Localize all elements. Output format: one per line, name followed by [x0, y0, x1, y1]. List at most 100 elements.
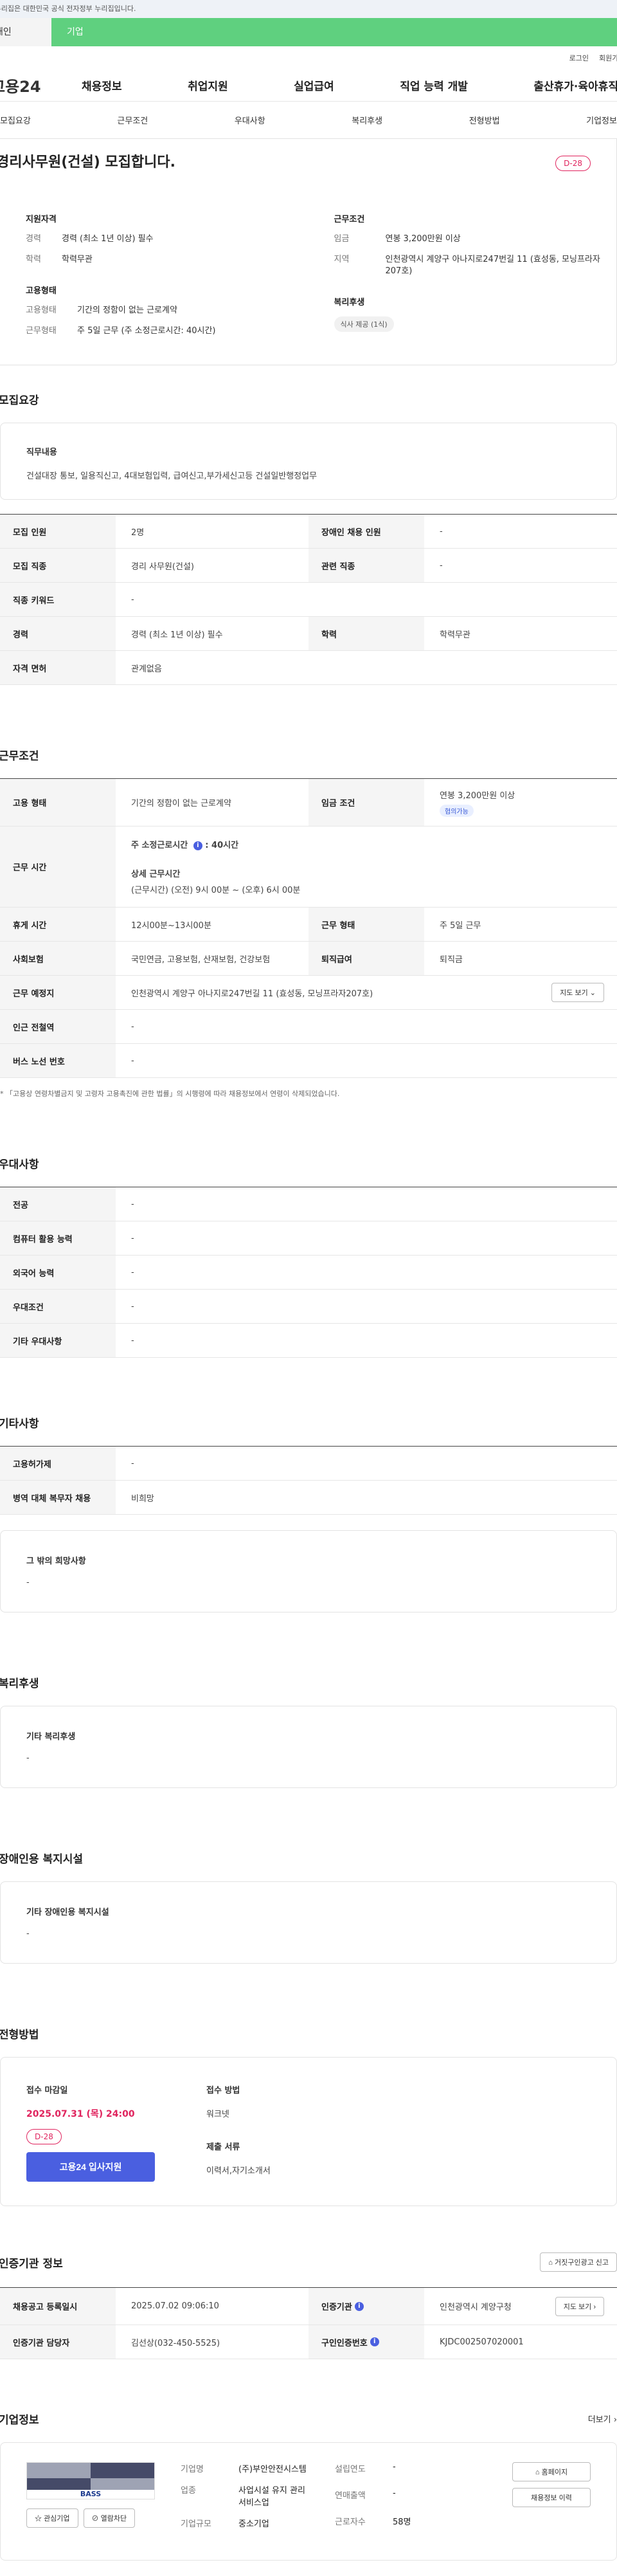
- gnb-item-benefit[interactable]: 실업급여: [294, 77, 334, 93]
- table-row: 휴게 시간 12시00분~13시00분 근무 형태 주 5일 근무: [0, 908, 617, 942]
- homepage-button[interactable]: ⌂ 홈페이지: [512, 2462, 591, 2481]
- table-header: 구인인증번호: [321, 2338, 368, 2348]
- subnav-prefer[interactable]: 우대사항: [235, 114, 265, 126]
- table-header: 학력: [308, 617, 424, 650]
- employees-label: 근로자수: [335, 2517, 366, 2527]
- job-history-button[interactable]: 채용정보 이력: [512, 2488, 591, 2507]
- disabled-heading: 기타 장애인용 복지시설: [26, 1908, 109, 1917]
- apply-button[interactable]: 고용24 입사지원: [26, 2152, 155, 2182]
- subnav-recruit[interactable]: 모집요강: [0, 114, 31, 126]
- size-label: 기업규모: [181, 2519, 211, 2529]
- tab-individual[interactable]: 개인: [0, 18, 51, 46]
- age-note: * 「고용상 연령차별금지 및 고령자 고용촉진에 관한 법률」의 시행령에 따…: [0, 1090, 340, 1098]
- gnb-item-leave[interactable]: 출산휴가·육아휴직: [533, 77, 617, 93]
- agency-map-button[interactable]: 지도 보기 ›: [555, 2296, 604, 2316]
- wish-box: 그 밖의 희망사항 -: [0, 1530, 617, 1612]
- table-cell: 12시00분~13시00분: [131, 920, 211, 931]
- section-title: 복리후생: [0, 1677, 39, 1690]
- table-row: 근무 예정지 인천광역시 계양구 아나지로247번길 11 (효성동, 모닝프라…: [0, 976, 617, 1010]
- job-summary-card: 경리사무원(건설) 모집합니다. D-28 지원자격 경력 경력 (최소 1년 이…: [0, 139, 617, 365]
- table-cell: 학력무관: [440, 630, 470, 640]
- gov-banner-text: 이 누리집은 대한민국 공식 전자정부 누리집입니다.: [0, 5, 136, 13]
- disabled-value: -: [26, 1929, 30, 1939]
- docs-value: 이력서,자기소개서: [206, 2166, 271, 2176]
- disabled-section: 장애인용 복지시설 기타 장애인용 복지시설 -: [0, 1788, 617, 1964]
- duty-box: 직무내용 건설대장 통보, 일용직신고, 4대보험입력, 급여신고,부가세신고등…: [0, 423, 617, 500]
- report-fake-ad-button[interactable]: ⌂ 거짓구인광고 신고: [540, 2252, 617, 2272]
- section-title: 기업정보: [0, 2414, 39, 2427]
- table-cell: 2명: [131, 527, 145, 538]
- table-header: 근무 시간: [0, 827, 116, 907]
- block-icon: ⊘: [91, 2515, 99, 2523]
- gnb-item-support[interactable]: 취업지원: [188, 77, 228, 93]
- company-logo-text: BASS: [80, 2490, 102, 2498]
- wage-value: 연봉 3,200만원 이상: [440, 790, 515, 801]
- chevron-right-icon: ›: [593, 2303, 596, 2311]
- table-row: 버스 노선 번호 -: [0, 1044, 617, 1078]
- chevron-right-icon: ›: [613, 2415, 617, 2425]
- star-icon: ☆: [35, 2515, 42, 2523]
- info-icon[interactable]: i: [354, 2301, 364, 2311]
- hours-main-value: 40시간: [211, 841, 239, 850]
- table-header: 사회보험: [0, 942, 116, 975]
- industry-label: 업종: [181, 2486, 196, 2496]
- cert-table: 채용공고 등록일시 2025.07.02 09:06:10 인증기관 i 인천광역…: [0, 2287, 617, 2359]
- company-name-label: 기업명: [181, 2465, 204, 2474]
- gnb-item-jobs[interactable]: 채용정보: [82, 77, 122, 93]
- table-header: 휴게 시간: [0, 908, 116, 941]
- table-cell: -: [131, 1233, 134, 1243]
- table-header: 모집 인원: [0, 515, 116, 548]
- recruit-table: 모집 인원 2명 장애인 채용 인원 - 모집 직종 경리 사무원(건설) 관련…: [0, 514, 617, 685]
- map-view-button[interactable]: 지도 보기 ⌄: [551, 983, 604, 1002]
- subnav-company[interactable]: 기업정보: [586, 114, 617, 126]
- section-title: 근무조건: [0, 750, 39, 763]
- etc-section: 기타사항 고용허가제 - 병역 대체 복무자 채용 비희망 그 밖의 희망사항 -: [0, 1358, 617, 1612]
- value: 경력 (최소 1년 이상) 필수: [62, 234, 154, 244]
- hours-detail-value: (근무시간) (오전) 9시 00분 ~ (오후) 6시 00분: [131, 886, 301, 895]
- table-header: 임금 조건: [308, 779, 424, 826]
- table-header: 퇴직급여: [308, 942, 424, 975]
- revenue-value: -: [393, 2489, 396, 2498]
- selection-box: 접수 마감일 2025.07.31 (목) 24:00 D-28 고용24 입사…: [0, 2057, 617, 2206]
- recruit-section: 모집요강 직무내용 건설대장 통보, 일용직신고, 4대보험입력, 급여신고,부…: [0, 365, 617, 685]
- table-header: 직종 키워드: [0, 583, 116, 616]
- label: 근무형태: [26, 326, 57, 336]
- dday-badge: D-28: [26, 2129, 62, 2144]
- more-link[interactable]: 더보기 ›: [588, 2413, 617, 2425]
- login-link[interactable]: 로그인: [569, 53, 589, 63]
- founded-value: -: [393, 2462, 396, 2472]
- gnb-item-training[interactable]: 직업 능력 개발: [400, 77, 468, 93]
- table-cell: KJDC002507020001: [440, 2337, 524, 2347]
- method-value: 워크넷: [206, 2110, 229, 2119]
- tab-company[interactable]: 기업: [51, 18, 84, 46]
- table-row: 외국어 능력 -: [0, 1256, 617, 1290]
- benefit-heading: 기타 복리후생: [26, 1732, 76, 1742]
- table-header: 자격 면허: [0, 651, 116, 684]
- table-row: 우대조건 -: [0, 1290, 617, 1324]
- subnav-selection[interactable]: 전형방법: [469, 114, 500, 126]
- favorite-company-button[interactable]: ☆ 관심기업: [26, 2508, 78, 2528]
- site-logo[interactable]: 고용24: [0, 74, 67, 96]
- join-link[interactable]: 회원가입: [599, 53, 617, 63]
- table-row: 모집 인원 2명 장애인 채용 인원 -: [0, 515, 617, 549]
- section-title: 전형방법: [0, 2029, 39, 2042]
- info-icon[interactable]: i: [193, 841, 202, 850]
- table-header: 근무 형태: [308, 908, 424, 941]
- table-header: 관련 직종: [308, 549, 424, 582]
- info-icon[interactable]: i: [370, 2337, 379, 2346]
- subnav-benefit[interactable]: 복리후생: [352, 114, 382, 126]
- table-row: 자격 면허 관계없음: [0, 651, 617, 685]
- wish-heading: 그 밖의 희망사항: [26, 1557, 86, 1566]
- block-view-button[interactable]: ⊘ 열람차단: [83, 2508, 136, 2528]
- table-header: 전공: [0, 1187, 116, 1221]
- company-section: 기업정보 더보기 › BASS ☆ 관심기업 ⊘ 열람차단 기업명 (주)부안안전…: [0, 2359, 617, 2576]
- value: 연봉 3,200만원 이상: [385, 234, 461, 244]
- value: 인천광역시 계양구 아나지로247번길 11 (효성동, 모닝프라자207호): [385, 255, 600, 276]
- table-row: 사회보험 국민연금, 고용보험, 산재보험, 건강보험 퇴직급여 퇴직금: [0, 942, 617, 976]
- etc-table: 고용허가제 - 병역 대체 복무자 채용 비희망: [0, 1446, 617, 1515]
- size-value: 중소기업: [238, 2519, 269, 2529]
- table-cell: -: [131, 1021, 134, 1032]
- benefit-value: -: [26, 1753, 30, 1763]
- table-row: 컴퓨터 활용 능력 -: [0, 1221, 617, 1256]
- subnav-work[interactable]: 근무조건: [117, 114, 148, 126]
